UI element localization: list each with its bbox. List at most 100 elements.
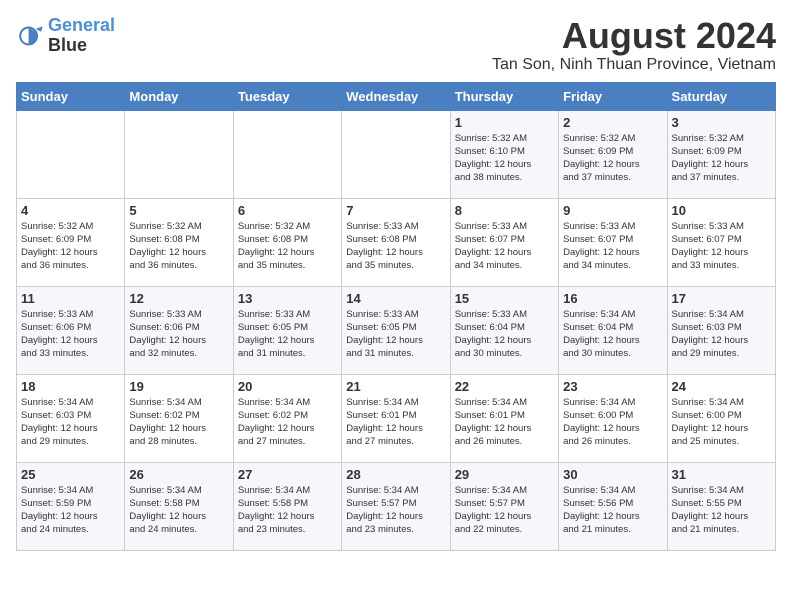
day-info: Sunrise: 5:34 AM Sunset: 6:02 PM Dayligh…	[238, 396, 337, 449]
day-number: 8	[455, 203, 554, 218]
day-info: Sunrise: 5:34 AM Sunset: 5:56 PM Dayligh…	[563, 484, 662, 537]
day-info: Sunrise: 5:33 AM Sunset: 6:05 PM Dayligh…	[346, 308, 445, 361]
day-number: 25	[21, 467, 120, 482]
calendar-table: SundayMondayTuesdayWednesdayThursdayFrid…	[16, 82, 776, 551]
weekday-header-tuesday: Tuesday	[233, 82, 341, 110]
day-number: 1	[455, 115, 554, 130]
day-number: 31	[672, 467, 771, 482]
calendar-header: SundayMondayTuesdayWednesdayThursdayFrid…	[17, 82, 776, 110]
day-number: 13	[238, 291, 337, 306]
week-row-1: 1 Sunrise: 5:32 AM Sunset: 6:10 PM Daylig…	[17, 110, 776, 198]
weekday-header-friday: Friday	[559, 82, 667, 110]
day-info: Sunrise: 5:33 AM Sunset: 6:06 PM Dayligh…	[129, 308, 228, 361]
day-info: Sunrise: 5:34 AM Sunset: 6:04 PM Dayligh…	[563, 308, 662, 361]
calendar-cell: 16 Sunrise: 5:34 AM Sunset: 6:04 PM Dayli…	[559, 286, 667, 374]
calendar-cell: 14 Sunrise: 5:33 AM Sunset: 6:05 PM Dayli…	[342, 286, 450, 374]
day-info: Sunrise: 5:34 AM Sunset: 5:58 PM Dayligh…	[129, 484, 228, 537]
day-number: 6	[238, 203, 337, 218]
calendar-cell: 13 Sunrise: 5:33 AM Sunset: 6:05 PM Dayli…	[233, 286, 341, 374]
calendar-cell: 3 Sunrise: 5:32 AM Sunset: 6:09 PM Daylig…	[667, 110, 775, 198]
calendar-cell: 11 Sunrise: 5:33 AM Sunset: 6:06 PM Dayli…	[17, 286, 125, 374]
weekday-header-monday: Monday	[125, 82, 233, 110]
calendar-cell: 17Sunrise: 5:34 AM Sunset: 6:03 PM Dayli…	[667, 286, 775, 374]
day-number: 29	[455, 467, 554, 482]
day-info: Sunrise: 5:34 AM Sunset: 5:55 PM Dayligh…	[672, 484, 771, 537]
day-number: 7	[346, 203, 445, 218]
day-info: Sunrise: 5:32 AM Sunset: 6:09 PM Dayligh…	[563, 132, 662, 185]
day-info: Sunrise: 5:34 AM Sunset: 6:01 PM Dayligh…	[346, 396, 445, 449]
day-info: Sunrise: 5:34 AM Sunset: 5:58 PM Dayligh…	[238, 484, 337, 537]
day-number: 26	[129, 467, 228, 482]
calendar-cell: 23Sunrise: 5:34 AM Sunset: 6:00 PM Dayli…	[559, 374, 667, 462]
title-block: August 2024 Tan Son, Ninh Thuan Province…	[492, 16, 776, 74]
day-info: Sunrise: 5:33 AM Sunset: 6:07 PM Dayligh…	[563, 220, 662, 273]
calendar-cell: 5 Sunrise: 5:32 AM Sunset: 6:08 PM Daylig…	[125, 198, 233, 286]
day-number: 21	[346, 379, 445, 394]
day-number: 5	[129, 203, 228, 218]
page-header: General Blue August 2024 Tan Son, Ninh T…	[16, 16, 776, 74]
day-info: Sunrise: 5:32 AM Sunset: 6:08 PM Dayligh…	[129, 220, 228, 273]
calendar-subtitle: Tan Son, Ninh Thuan Province, Vietnam	[492, 56, 776, 74]
calendar-cell	[17, 110, 125, 198]
day-number: 3	[672, 115, 771, 130]
calendar-cell	[233, 110, 341, 198]
logo-text: General Blue	[48, 16, 115, 56]
weekday-header-sunday: Sunday	[17, 82, 125, 110]
day-info: Sunrise: 5:34 AM Sunset: 6:03 PM Dayligh…	[21, 396, 120, 449]
calendar-cell: 22Sunrise: 5:34 AM Sunset: 6:01 PM Dayli…	[450, 374, 558, 462]
calendar-cell: 1 Sunrise: 5:32 AM Sunset: 6:10 PM Daylig…	[450, 110, 558, 198]
calendar-cell: 8 Sunrise: 5:33 AM Sunset: 6:07 PM Daylig…	[450, 198, 558, 286]
day-number: 14	[346, 291, 445, 306]
day-number: 27	[238, 467, 337, 482]
day-info: Sunrise: 5:33 AM Sunset: 6:04 PM Dayligh…	[455, 308, 554, 361]
calendar-cell: 10Sunrise: 5:33 AM Sunset: 6:07 PM Dayli…	[667, 198, 775, 286]
day-number: 28	[346, 467, 445, 482]
day-number: 9	[563, 203, 662, 218]
day-number: 22	[455, 379, 554, 394]
calendar-cell: 21 Sunrise: 5:34 AM Sunset: 6:01 PM Dayli…	[342, 374, 450, 462]
logo: General Blue	[16, 16, 115, 56]
day-info: Sunrise: 5:33 AM Sunset: 6:07 PM Dayligh…	[455, 220, 554, 273]
day-info: Sunrise: 5:34 AM Sunset: 5:57 PM Dayligh…	[346, 484, 445, 537]
week-row-4: 18 Sunrise: 5:34 AM Sunset: 6:03 PM Dayli…	[17, 374, 776, 462]
calendar-cell: 7 Sunrise: 5:33 AM Sunset: 6:08 PM Daylig…	[342, 198, 450, 286]
calendar-cell: 20Sunrise: 5:34 AM Sunset: 6:02 PM Dayli…	[233, 374, 341, 462]
calendar-cell: 12Sunrise: 5:33 AM Sunset: 6:06 PM Dayli…	[125, 286, 233, 374]
weekday-header-wednesday: Wednesday	[342, 82, 450, 110]
day-number: 11	[21, 291, 120, 306]
day-info: Sunrise: 5:32 AM Sunset: 6:10 PM Dayligh…	[455, 132, 554, 185]
day-number: 19	[129, 379, 228, 394]
day-number: 16	[563, 291, 662, 306]
day-info: Sunrise: 5:33 AM Sunset: 6:05 PM Dayligh…	[238, 308, 337, 361]
calendar-cell: 24 Sunrise: 5:34 AM Sunset: 6:00 PM Dayli…	[667, 374, 775, 462]
day-number: 15	[455, 291, 554, 306]
calendar-cell: 19 Sunrise: 5:34 AM Sunset: 6:02 PM Dayli…	[125, 374, 233, 462]
week-row-3: 11 Sunrise: 5:33 AM Sunset: 6:06 PM Dayli…	[17, 286, 776, 374]
day-number: 24	[672, 379, 771, 394]
day-info: Sunrise: 5:34 AM Sunset: 6:00 PM Dayligh…	[672, 396, 771, 449]
week-row-5: 25 Sunrise: 5:34 AM Sunset: 5:59 PM Dayli…	[17, 462, 776, 550]
day-info: Sunrise: 5:32 AM Sunset: 6:09 PM Dayligh…	[672, 132, 771, 185]
weekday-row: SundayMondayTuesdayWednesdayThursdayFrid…	[17, 82, 776, 110]
day-number: 10	[672, 203, 771, 218]
weekday-header-thursday: Thursday	[450, 82, 558, 110]
day-info: Sunrise: 5:33 AM Sunset: 6:08 PM Dayligh…	[346, 220, 445, 273]
logo-icon	[16, 22, 44, 50]
calendar-cell: 25 Sunrise: 5:34 AM Sunset: 5:59 PM Dayli…	[17, 462, 125, 550]
calendar-cell: 27 Sunrise: 5:34 AM Sunset: 5:58 PM Dayli…	[233, 462, 341, 550]
calendar-cell: 26 Sunrise: 5:34 AM Sunset: 5:58 PM Dayli…	[125, 462, 233, 550]
day-info: Sunrise: 5:34 AM Sunset: 6:02 PM Dayligh…	[129, 396, 228, 449]
day-number: 2	[563, 115, 662, 130]
day-info: Sunrise: 5:34 AM Sunset: 5:59 PM Dayligh…	[21, 484, 120, 537]
week-row-2: 4Sunrise: 5:32 AM Sunset: 6:09 PM Daylig…	[17, 198, 776, 286]
day-info: Sunrise: 5:34 AM Sunset: 6:03 PM Dayligh…	[672, 308, 771, 361]
calendar-cell: 2 Sunrise: 5:32 AM Sunset: 6:09 PM Daylig…	[559, 110, 667, 198]
day-number: 30	[563, 467, 662, 482]
day-info: Sunrise: 5:34 AM Sunset: 6:00 PM Dayligh…	[563, 396, 662, 449]
calendar-cell: 30 Sunrise: 5:34 AM Sunset: 5:56 PM Dayli…	[559, 462, 667, 550]
day-info: Sunrise: 5:33 AM Sunset: 6:06 PM Dayligh…	[21, 308, 120, 361]
calendar-cell: 15 Sunrise: 5:33 AM Sunset: 6:04 PM Dayli…	[450, 286, 558, 374]
day-number: 18	[21, 379, 120, 394]
calendar-title: August 2024	[492, 16, 776, 56]
calendar-cell: 4Sunrise: 5:32 AM Sunset: 6:09 PM Daylig…	[17, 198, 125, 286]
